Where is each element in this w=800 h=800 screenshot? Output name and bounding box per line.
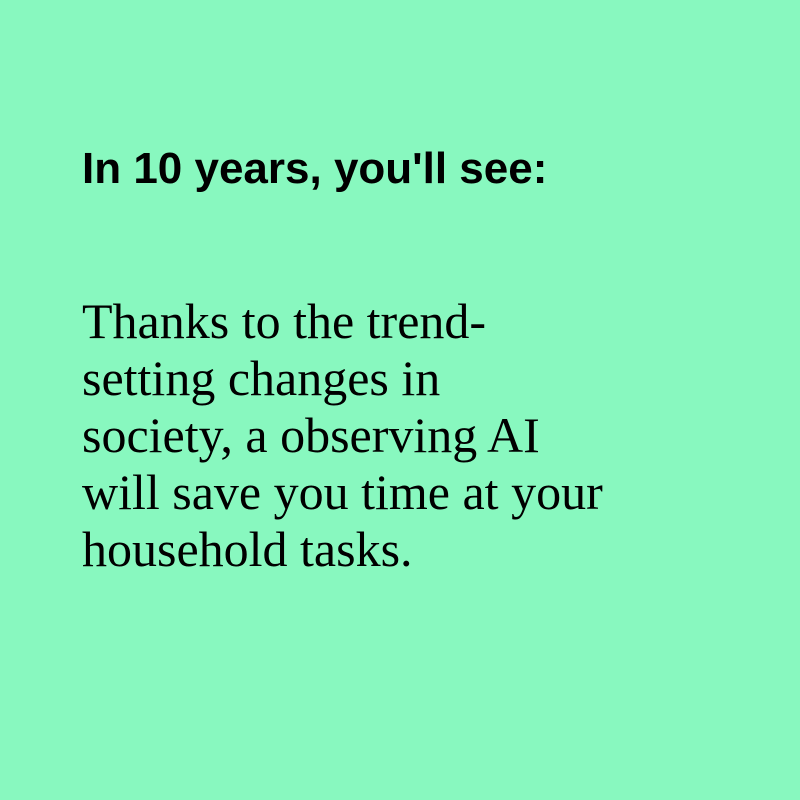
slide-card: In 10 years, you'll see: Thanks to the t… xyxy=(0,0,800,800)
body-line: society, a observing AI xyxy=(82,407,540,463)
body-line: household tasks. xyxy=(82,521,413,577)
body-paragraph: Thanks to the trend- setting changes in … xyxy=(82,293,702,578)
body-line: setting changes in xyxy=(82,350,441,406)
headline: In 10 years, you'll see: xyxy=(82,144,548,193)
body-line: will save you time at your xyxy=(82,464,603,520)
body-line: Thanks to the trend- xyxy=(82,293,487,349)
